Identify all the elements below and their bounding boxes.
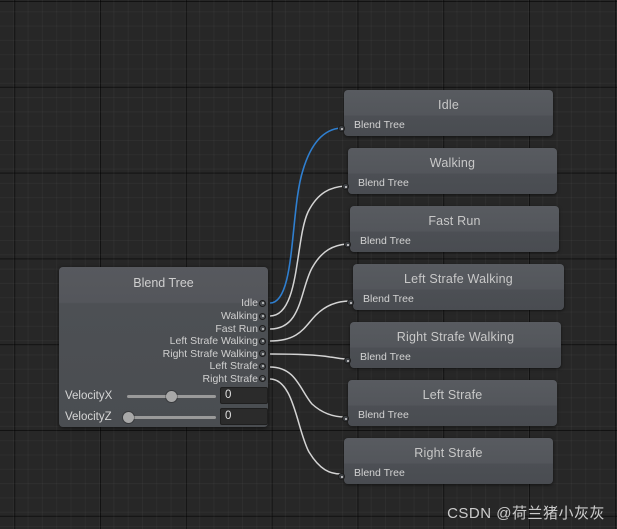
param-row-velocity-z[interactable]: VelocityZ 0 xyxy=(65,408,268,426)
velocity-z-slider-thumb[interactable] xyxy=(123,412,134,423)
output-row-fast-run[interactable]: Fast Run xyxy=(215,323,258,335)
input-port-left-strafe[interactable] xyxy=(342,415,349,422)
state-node-right-strafe-walking[interactable]: Right Strafe Walking Blend Tree xyxy=(344,322,561,368)
input-port-fast-run[interactable] xyxy=(344,241,351,248)
param-label-velocity-z: VelocityZ xyxy=(65,411,112,423)
output-row-walking[interactable]: Walking xyxy=(221,310,258,322)
state-node-walking[interactable]: Walking Blend Tree xyxy=(342,148,557,194)
param-label-velocity-x: VelocityX xyxy=(65,390,113,402)
state-node-subtitle-right-strafe: Blend Tree xyxy=(354,467,405,479)
state-node-left-strafe[interactable]: Left Strafe Blend Tree xyxy=(342,380,557,426)
output-row-idle[interactable]: Idle xyxy=(241,297,258,309)
state-node-title-right-strafe-walking: Right Strafe Walking xyxy=(396,330,515,344)
velocity-x-value-field[interactable]: 0 xyxy=(220,387,268,404)
state-node-right-strafe[interactable]: Right Strafe Blend Tree xyxy=(338,438,553,484)
velocity-x-slider-thumb[interactable] xyxy=(166,391,177,402)
output-port-left-strafe[interactable] xyxy=(259,362,266,370)
output-label-left-strafe-walking: Left Strafe Walking xyxy=(169,335,258,347)
state-node-subtitle-right-strafe-walking: Blend Tree xyxy=(360,351,411,363)
output-port-walking[interactable] xyxy=(259,312,266,320)
edge-walking xyxy=(269,185,346,317)
output-port-fast-run[interactable] xyxy=(259,325,266,332)
velocity-z-slider-track[interactable] xyxy=(127,416,216,419)
edge-idle xyxy=(269,127,342,304)
output-row-right-strafe[interactable]: Right Strafe xyxy=(203,373,258,385)
input-port-right-strafe[interactable] xyxy=(338,473,345,480)
state-node-idle[interactable]: Idle Blend Tree xyxy=(338,90,553,136)
state-node-title-fast-run: Fast Run xyxy=(428,214,481,228)
velocity-z-value-field[interactable]: 0 xyxy=(220,408,268,425)
param-row-velocity-x[interactable]: VelocityX 0 xyxy=(65,387,268,405)
state-node-left-strafe-walking[interactable]: Left Strafe Walking Blend Tree xyxy=(347,264,564,310)
state-node-subtitle-idle: Blend Tree xyxy=(354,119,405,131)
edge-left-strafe-walking xyxy=(269,300,351,342)
input-port-right-strafe-walking[interactable] xyxy=(344,357,351,364)
input-port-walking[interactable] xyxy=(342,183,349,190)
output-port-right-strafe[interactable] xyxy=(259,375,266,382)
state-node-title-walking: Walking xyxy=(429,156,476,170)
input-port-left-strafe-walking[interactable] xyxy=(347,299,354,306)
output-label-walking: Walking xyxy=(221,310,258,322)
output-label-idle: Idle xyxy=(241,297,258,309)
output-label-right-strafe: Right Strafe xyxy=(202,372,258,385)
edge-left-strafe xyxy=(269,366,346,418)
state-node-title-left-strafe-walking: Left Strafe Walking xyxy=(404,272,513,286)
output-label-right-strafe-walking: Right Strafe Walking xyxy=(162,347,258,360)
animator-graph-canvas[interactable]: Blend Tree Idle Walking Fast Run Left St… xyxy=(0,0,617,529)
state-node-title-right-strafe: Right Strafe xyxy=(414,446,483,460)
edge-fast-run xyxy=(269,243,348,330)
output-row-left-strafe-walking[interactable]: Left Strafe Walking xyxy=(170,335,258,347)
state-node-fast-run[interactable]: Fast Run Blend Tree xyxy=(344,206,559,252)
output-label-left-strafe: Left Strafe xyxy=(209,360,258,372)
input-port-idle[interactable] xyxy=(338,125,345,132)
output-row-left-strafe[interactable]: Left Strafe xyxy=(210,360,258,372)
watermark-text: CSDN @荷兰猪小灰灰 xyxy=(447,505,605,522)
output-port-right-strafe-walking[interactable] xyxy=(259,350,266,357)
blend-tree-node[interactable]: Blend Tree Idle Walking Fast Run Left St… xyxy=(59,267,268,427)
output-row-right-strafe-walking[interactable]: Right Strafe Walking xyxy=(163,348,258,360)
state-node-title-left-strafe: Left Strafe xyxy=(422,388,483,402)
edge-right-strafe xyxy=(269,378,342,475)
state-node-subtitle-walking: Blend Tree xyxy=(358,177,409,189)
state-node-subtitle-fast-run: Blend Tree xyxy=(360,235,411,247)
state-node-title-idle: Idle xyxy=(438,98,459,112)
blend-tree-title: Blend Tree xyxy=(133,276,194,290)
state-node-subtitle-left-strafe: Blend Tree xyxy=(358,409,409,421)
output-label-fast-run: Fast Run xyxy=(215,322,258,335)
edge-right-strafe-walking xyxy=(269,353,348,360)
state-node-subtitle-left-strafe-walking: Blend Tree xyxy=(363,293,414,305)
output-port-left-strafe-walking[interactable] xyxy=(259,337,266,345)
output-port-idle[interactable] xyxy=(259,299,266,307)
